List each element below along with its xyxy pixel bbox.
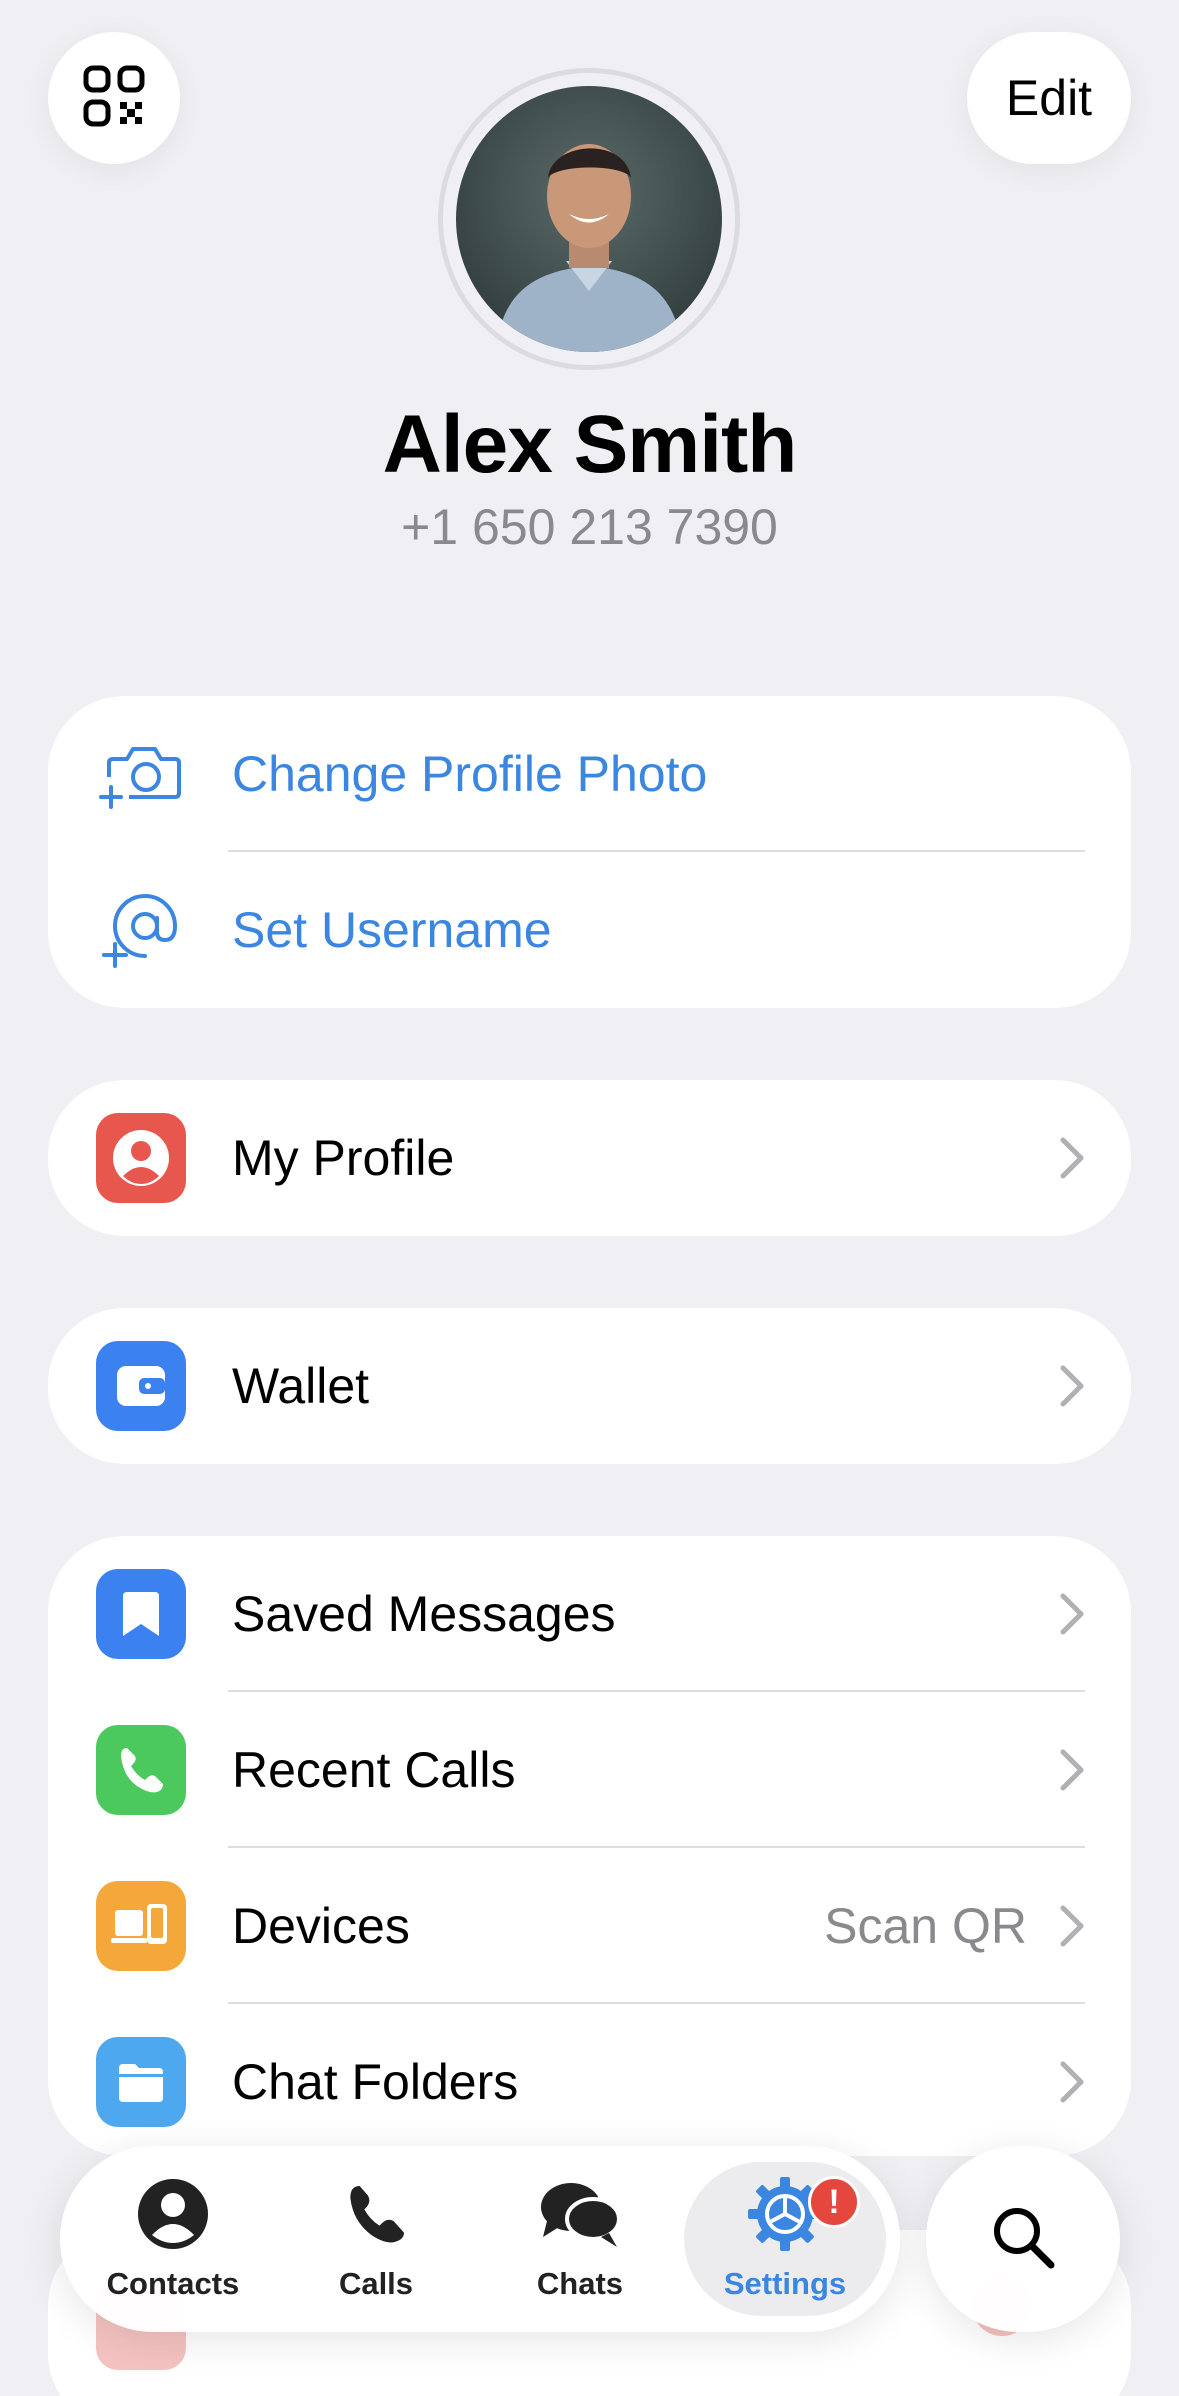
chevron-right-icon [1060, 1365, 1084, 1407]
qr-code-icon [83, 65, 145, 132]
devices-label: Devices [232, 1898, 410, 1954]
account-actions-card: Change Profile Photo Set Username [48, 696, 1131, 1008]
phone-icon [341, 2174, 411, 2254]
chat-bubbles-icon [537, 2174, 623, 2254]
change-profile-photo-row[interactable]: Change Profile Photo [48, 696, 1131, 852]
set-username-label: Set Username [232, 902, 552, 958]
search-icon [989, 2203, 1057, 2276]
edit-button[interactable]: Edit [967, 32, 1131, 164]
change-profile-photo-label: Change Profile Photo [232, 746, 708, 802]
wallet-icon [96, 1341, 186, 1431]
chat-folders-label: Chat Folders [232, 2054, 519, 2110]
devices-value: Scan QR [824, 1898, 1027, 1954]
wallet-label: Wallet [232, 1358, 370, 1414]
person-icon [96, 1113, 186, 1203]
camera-add-icon [96, 729, 186, 819]
search-button[interactable] [926, 2146, 1120, 2332]
tab-bar: Contacts Calls Chats Settings [60, 2146, 900, 2332]
tab-chats[interactable]: Chats [480, 2146, 680, 2332]
chevron-right-icon [1060, 1749, 1084, 1791]
devices-icon [96, 1881, 186, 1971]
tab-calls[interactable]: Calls [276, 2146, 476, 2332]
tab-settings-label: Settings [723, 2266, 847, 2301]
my-profile-card: My Profile [48, 1080, 1131, 1236]
set-username-row[interactable]: Set Username [48, 852, 1131, 1008]
devices-row[interactable]: Devices Scan QR [48, 1848, 1131, 2004]
qr-code-button[interactable] [48, 32, 180, 164]
chat-folders-row[interactable]: Chat Folders [48, 2004, 1131, 2156]
saved-messages-label: Saved Messages [232, 1586, 616, 1642]
recent-calls-label: Recent Calls [232, 1742, 516, 1798]
avatar[interactable] [438, 68, 740, 370]
profile-name: Alex Smith [382, 399, 798, 490]
profile-phone: +1 650 213 7390 [401, 499, 778, 555]
saved-messages-row[interactable]: Saved Messages [48, 1536, 1131, 1692]
chevron-right-icon [1060, 2061, 1084, 2103]
tab-settings[interactable]: Settings [685, 2146, 885, 2332]
chevron-right-icon [1060, 1905, 1084, 1947]
chevron-right-icon [1060, 1593, 1084, 1635]
wallet-row[interactable]: Wallet [48, 1308, 1131, 1464]
main-menu-card: Saved Messages Recent Calls Devices Scan… [48, 1536, 1131, 2156]
wallet-card: Wallet [48, 1308, 1131, 1464]
phone-icon [96, 1725, 186, 1815]
bookmark-icon [96, 1569, 186, 1659]
tab-chats-label: Chats [536, 2266, 624, 2301]
folder-icon [96, 2037, 186, 2127]
tab-calls-label: Calls [338, 2266, 414, 2301]
my-profile-label: My Profile [232, 1130, 455, 1186]
avatar-photo [456, 86, 722, 352]
my-profile-row[interactable]: My Profile [48, 1080, 1131, 1236]
at-sign-add-icon [96, 885, 186, 975]
person-circle-icon [136, 2174, 210, 2254]
tab-contacts[interactable]: Contacts [73, 2146, 273, 2332]
chevron-right-icon [1060, 1137, 1084, 1179]
recent-calls-row[interactable]: Recent Calls [48, 1692, 1131, 1848]
tab-contacts-label: Contacts [106, 2266, 240, 2301]
settings-alert-badge: ! [808, 2176, 860, 2228]
